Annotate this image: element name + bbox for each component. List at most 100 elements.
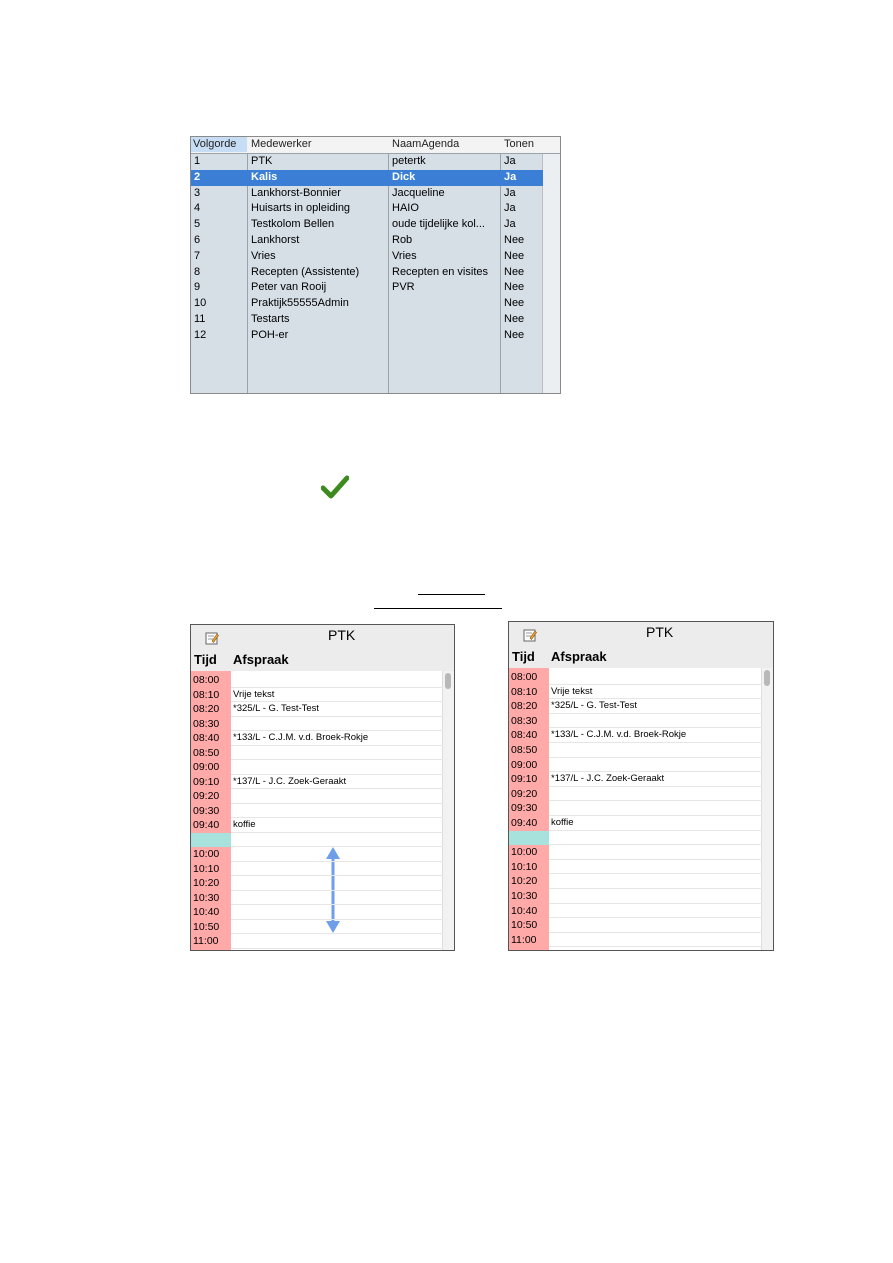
- gap-highlight: [509, 830, 549, 846]
- time-slot[interactable]: 10:10: [191, 862, 443, 877]
- time-slot[interactable]: 08:50: [191, 746, 443, 761]
- table-row[interactable]: 1 PTK petertk Ja: [191, 154, 560, 170]
- time-slot[interactable]: 09:10 *137/L - J.C. Zoek-Geraakt: [191, 775, 443, 790]
- slot-divider: [231, 947, 443, 949]
- time-slot[interactable]: 11:00: [509, 933, 762, 948]
- time-slot[interactable]: 10:50: [191, 920, 443, 935]
- time-slot[interactable]: 09:40 koffie: [191, 818, 443, 833]
- time-slot[interactable]: 09:20: [509, 787, 762, 802]
- time-slot[interactable]: 09:30: [509, 801, 762, 816]
- table-row[interactable]: 2 Kalis Dick Ja: [191, 169, 543, 186]
- cell-medewerker: Lankhorst-Bonnier: [251, 186, 341, 199]
- time-slot[interactable]: 09:00: [509, 758, 762, 773]
- table-row[interactable]: 9 Peter van Rooij PVR Nee: [191, 280, 560, 296]
- cell-medewerker: Recepten (Assistente): [251, 265, 360, 278]
- table-row[interactable]: 10 Praktijk55555Admin Nee: [191, 296, 560, 312]
- time-slot[interactable]: 10:50: [509, 918, 762, 933]
- time-slot[interactable]: 10:00: [191, 847, 443, 862]
- time-slot[interactable]: 10:20: [191, 876, 443, 891]
- time-gap[interactable]: [191, 832, 443, 848]
- time-slot[interactable]: 09:30: [191, 804, 443, 819]
- table-row[interactable]: 6 Lankhorst Rob Nee: [191, 233, 560, 249]
- table-row[interactable]: 5 Testkolom Bellen oude tijdelijke kol... J…: [191, 217, 560, 233]
- time-slot[interactable]: 10:00: [509, 845, 762, 860]
- time-slot[interactable]: 09:20: [191, 789, 443, 804]
- scroll-thumb[interactable]: [445, 673, 451, 689]
- cell-naamagenda: Dick: [392, 170, 416, 183]
- agenda-header: PTK Tijd Afspraak: [509, 622, 773, 668]
- time-slot[interactable]: 08:40 *133/L - C.J.M. v.d. Broek-Rokje: [509, 728, 762, 743]
- time-slot[interactable]: 09:00: [191, 760, 443, 775]
- cell-medewerker: Lankhorst: [251, 233, 300, 246]
- slot-time: 09:00: [193, 761, 220, 773]
- header-medewerker[interactable]: Medewerker: [251, 138, 312, 150]
- slot-appointment: *325/L - G. Test-Test: [551, 700, 638, 712]
- time-slot[interactable]: 08:50: [509, 743, 762, 758]
- time-slot[interactable]: 08:00: [509, 670, 762, 685]
- slot-time: 10:40: [511, 904, 538, 917]
- column-afspraak: Afspraak: [233, 652, 289, 667]
- time-slot[interactable]: 08:40 *133/L - C.J.M. v.d. Broek-Rokje: [191, 731, 443, 746]
- time-slot[interactable]: 08:10 Vrije tekst: [191, 688, 443, 703]
- cell-volgorde: 2: [194, 170, 201, 183]
- time-slot[interactable]: 08:30: [509, 714, 762, 729]
- table-row[interactable]: 3 Lankhorst-Bonnier Jacqueline Ja: [191, 186, 560, 202]
- table-row[interactable]: 8 Recepten (Assistente) Recepten en visite…: [191, 265, 560, 281]
- underline-short: [418, 594, 485, 595]
- time-slot[interactable]: 10:20: [509, 874, 762, 889]
- cell-naamagenda: Recepten en visites: [392, 265, 488, 278]
- cell-volgorde: 12: [194, 328, 207, 341]
- slot-appointment: Vrije tekst: [233, 688, 275, 700]
- cell-tonen: Nee: [504, 328, 525, 341]
- header-tonen[interactable]: Tonen: [504, 138, 534, 150]
- slot-time: 09:30: [193, 804, 220, 817]
- time-slot[interactable]: 11:00: [191, 934, 443, 949]
- time-slot[interactable]: 08:30: [191, 717, 443, 732]
- time-slot[interactable]: 08:00: [191, 673, 443, 688]
- cell-volgorde: 9: [194, 281, 201, 294]
- table-row[interactable]: 4 Huisarts in opleiding HAIO Ja: [191, 201, 560, 217]
- slot-time: 11:00: [511, 933, 537, 946]
- table-header: Volgorde Medewerker NaamAgenda Tonen: [191, 137, 560, 154]
- slot-time: 08:30: [511, 714, 538, 727]
- slot-time: 10:20: [511, 875, 538, 888]
- slot-time: 08:10: [193, 688, 220, 701]
- slot-time: 10:00: [511, 846, 538, 859]
- agenda-panel-before: PTK Tijd Afspraak 08:00 08:10 Vrije tekst 0…: [190, 624, 455, 951]
- time-gap[interactable]: [509, 830, 762, 846]
- slot-time: 10:30: [511, 890, 538, 902]
- agenda-grid: 08:00 08:10 Vrije tekst 08:20 *325/L - G. Te…: [509, 668, 773, 950]
- cell-tonen: Nee: [504, 312, 525, 325]
- time-slot[interactable]: 08:20 *325/L - G. Test-Test: [509, 699, 762, 714]
- agenda-scrollbar[interactable]: [442, 671, 454, 950]
- time-slot[interactable]: 08:10 Vrije tekst: [509, 685, 762, 700]
- cell-medewerker: Peter van Rooij: [251, 281, 327, 294]
- cell-naamagenda: Jacqueline: [392, 186, 445, 199]
- time-slot[interactable]: 09:40 koffie: [509, 816, 762, 831]
- cell-medewerker: Testarts: [251, 312, 290, 325]
- cell-volgorde: 4: [194, 202, 201, 215]
- header-volgorde[interactable]: Volgorde: [191, 137, 247, 152]
- time-slot[interactable]: 08:20 *325/L - G. Test-Test: [191, 702, 443, 717]
- time-slot[interactable]: 10:40: [509, 904, 762, 919]
- cell-medewerker: Testkolom Bellen: [251, 218, 335, 231]
- slot-time: 08:30: [193, 717, 220, 730]
- table-row[interactable]: 11 Testarts Nee: [191, 312, 560, 328]
- time-slot[interactable]: 10:30: [509, 889, 762, 904]
- table-row[interactable]: 7 Vries Vries Nee: [191, 249, 560, 265]
- cell-volgorde: 8: [194, 265, 201, 278]
- edit-note-icon[interactable]: [205, 631, 219, 645]
- cell-tonen: Ja: [504, 186, 516, 199]
- scroll-thumb[interactable]: [764, 670, 770, 686]
- slot-appointment: *133/L - C.J.M. v.d. Broek-Rokje: [551, 729, 687, 741]
- header-naamagenda[interactable]: NaamAgenda: [392, 138, 459, 150]
- time-slot[interactable]: 09:10 *137/L - J.C. Zoek-Geraakt: [509, 772, 762, 787]
- time-slot[interactable]: 10:30: [191, 891, 443, 906]
- cell-naamagenda: Vries: [392, 249, 417, 262]
- table-body: 1 PTK petertk Ja 2 Kalis Dick Ja 3 Lankhorst-Bonn…: [191, 154, 560, 344]
- time-slot[interactable]: 10:40: [191, 905, 443, 920]
- table-row[interactable]: 12 POH-er Nee: [191, 328, 560, 344]
- time-slot[interactable]: 10:10: [509, 860, 762, 875]
- agenda-scrollbar[interactable]: [761, 668, 773, 950]
- edit-note-icon[interactable]: [523, 628, 537, 642]
